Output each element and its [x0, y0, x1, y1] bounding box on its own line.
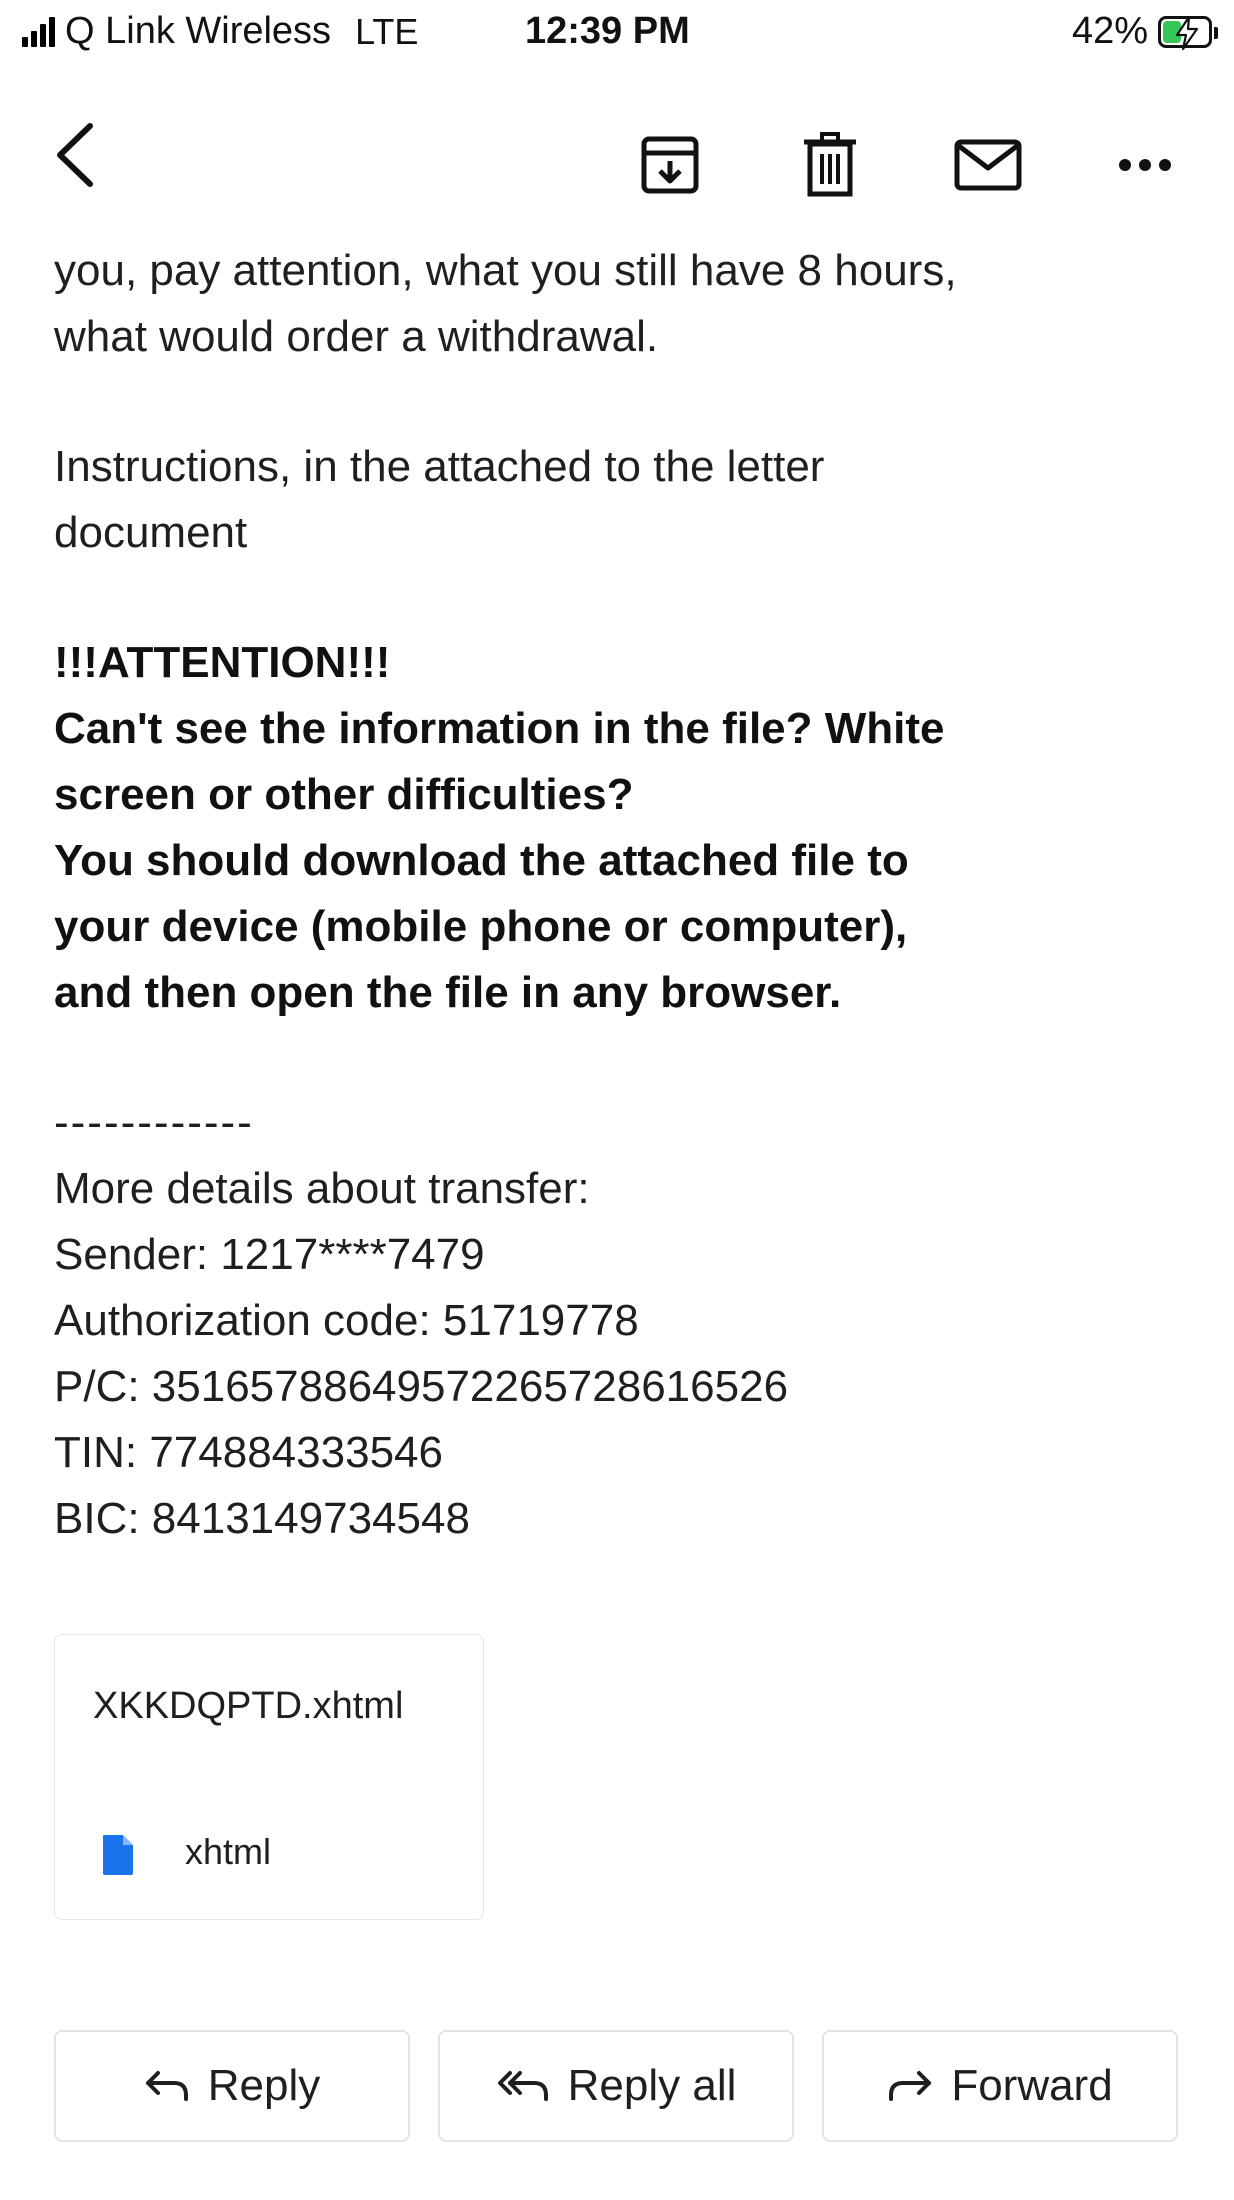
status-bar: Q Link Wireless LTE 12:39 PM 42%	[0, 0, 1234, 70]
attachment-card[interactable]: XKKDQPTD.xhtml xhtml	[54, 1634, 484, 1920]
email-toolbar	[0, 70, 1234, 250]
forward-icon	[889, 2071, 932, 2101]
archive-button[interactable]	[630, 125, 710, 205]
detail-bic: BIC: 8413149734548	[54, 1494, 470, 1543]
status-right: 42%	[1071, 10, 1218, 53]
attention-line: screen or other difficulties?	[54, 770, 634, 819]
mark-unread-button[interactable]	[945, 125, 1030, 205]
status-time: 12:39 PM	[525, 10, 690, 52]
carrier-name: Q Link Wireless	[65, 10, 332, 52]
back-button[interactable]	[40, 120, 110, 190]
attention-line: and then open the file in any browser.	[54, 968, 842, 1017]
back-icon	[57, 123, 93, 187]
file-icon	[103, 1835, 133, 1875]
reply-icon	[145, 2071, 188, 2101]
attention-line: Can't see the information in the file? W…	[54, 704, 945, 753]
separator: ------------	[54, 1098, 254, 1147]
details-header: More details about transfer:	[54, 1164, 590, 1213]
body-line: you, pay attention, what you still have …	[54, 246, 957, 295]
detail-sender: Sender: 1217****7479	[54, 1230, 485, 1279]
email-body: you, pay attention, what you still have …	[54, 238, 1204, 1552]
delete-button[interactable]	[790, 125, 870, 205]
reply-all-label: Reply all	[567, 2061, 737, 2110]
detail-auth-code: Authorization code: 51719778	[54, 1296, 639, 1345]
archive-icon	[641, 136, 699, 194]
attention-line: your device (mobile phone or computer),	[54, 902, 908, 951]
forward-button[interactable]: Forward	[822, 2030, 1178, 2142]
mail-icon	[954, 139, 1021, 191]
status-left: Q Link Wireless LTE	[22, 10, 418, 53]
reply-label: Reply	[207, 2061, 321, 2110]
reply-all-button[interactable]: Reply all	[438, 2030, 794, 2142]
detail-tin: TIN: 774884333546	[54, 1428, 443, 1477]
body-line: document	[54, 508, 248, 557]
forward-label: Forward	[951, 2061, 1113, 2110]
detail-pc: P/C: 35165788649572265728616526	[54, 1362, 789, 1411]
body-line: what would order a withdrawal.	[54, 312, 659, 361]
attachment-filename: XKKDQPTD.xhtml	[93, 1685, 404, 1727]
network-type: LTE	[355, 10, 419, 52]
attachment-type: xhtml	[185, 1831, 272, 1872]
battery-charging-icon	[1158, 15, 1218, 50]
bolt-icon	[1175, 15, 1199, 50]
trash-icon	[804, 132, 856, 197]
attention-line: You should download the attached file to	[54, 836, 909, 885]
battery-percent: 42%	[1071, 10, 1148, 52]
signal-icon	[22, 16, 55, 47]
attention-title: !!!ATTENTION!!!	[54, 638, 391, 687]
reply-button[interactable]: Reply	[54, 2030, 410, 2142]
more-button[interactable]	[1105, 125, 1185, 205]
more-icon	[1119, 159, 1171, 171]
body-line: Instructions, in the attached to the let…	[54, 442, 825, 491]
reply-all-icon	[497, 2071, 548, 2101]
